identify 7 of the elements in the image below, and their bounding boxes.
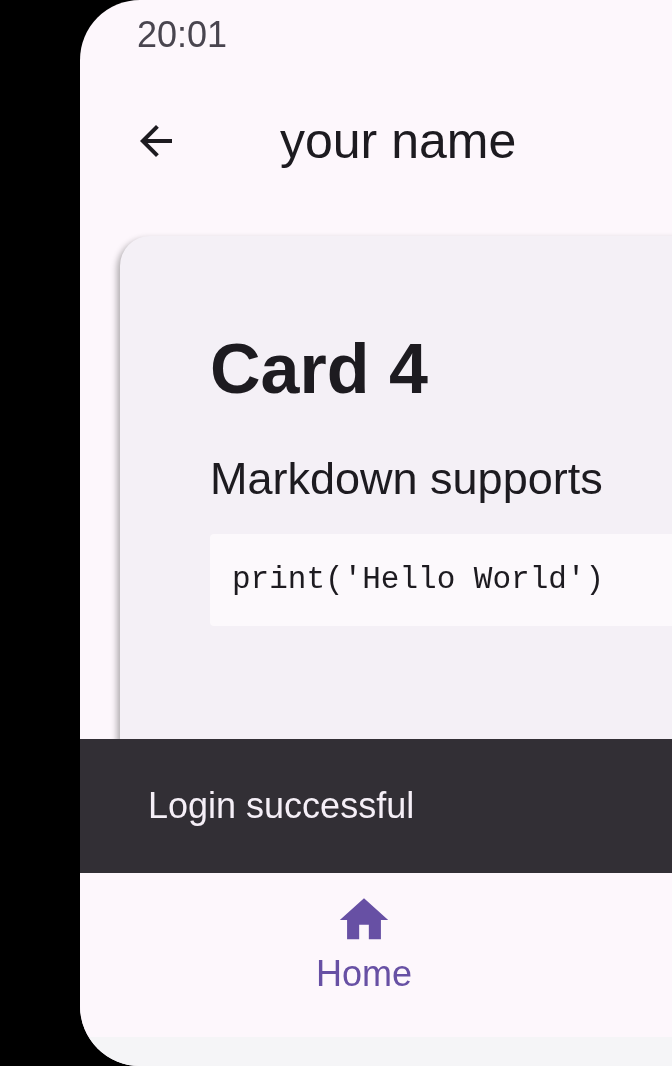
card-text: Markdown supports [210, 454, 604, 504]
card-title: Card 4 [210, 334, 429, 404]
nav-item[interactable]: Home [304, 873, 424, 1037]
app-bar-title: your name [280, 112, 517, 170]
status-time: 20:01 [137, 14, 228, 56]
code-text: print('Hello World') [232, 562, 605, 597]
snackbar-message: Login successful [148, 785, 415, 827]
